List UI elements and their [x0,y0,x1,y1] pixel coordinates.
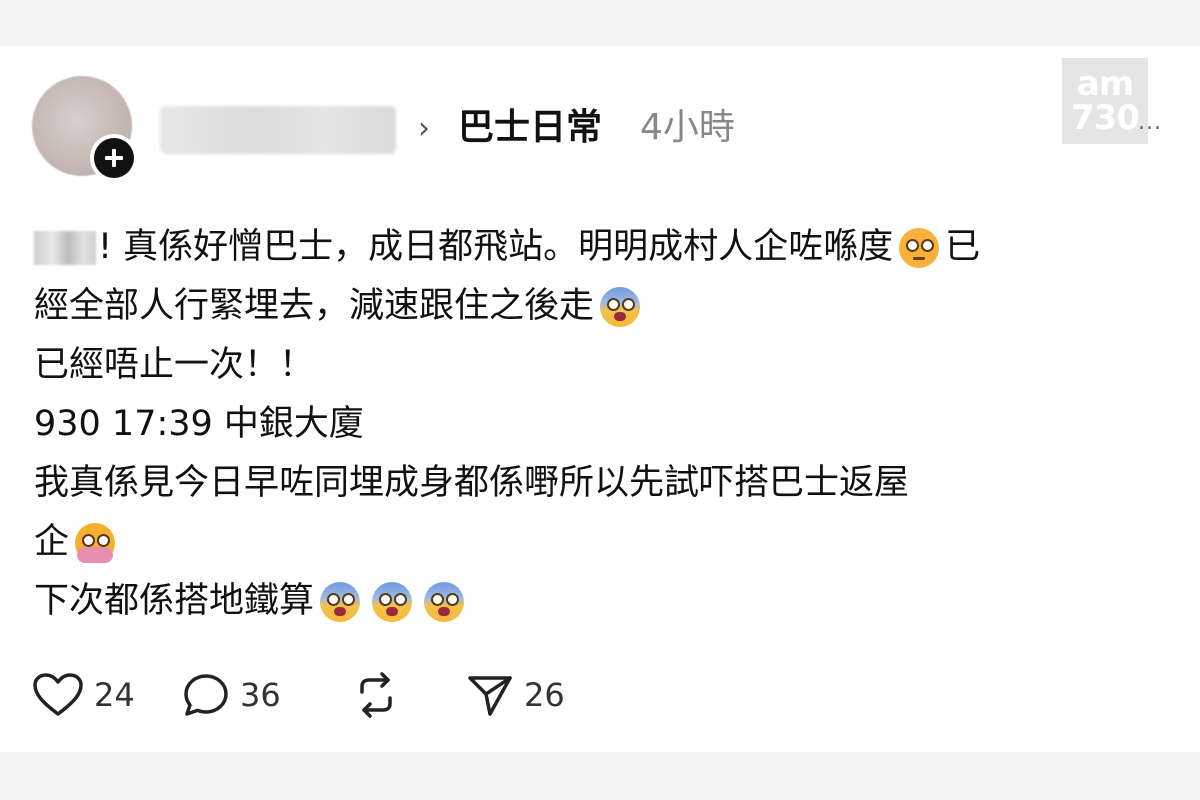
post-timestamp: 4小時 [640,107,735,148]
more-options-button[interactable]: ... [1138,110,1162,135]
repost-button[interactable] [352,672,466,718]
share-button[interactable]: 26 [466,672,586,718]
body-text-segment: 已 [945,227,981,267]
body-text-segment: 下次都係搭地鐵算 [34,581,315,621]
body-text-segment: 930 17:39 中銀大廈 [34,404,364,444]
body-text-segment: 已經唔止一次！！ [34,345,315,385]
body-text-segment: 經全部人行緊埋去，減速跟住之後走 [34,286,595,326]
reply-count: 36 [240,676,281,714]
watermark-text-top: am [1076,64,1134,104]
body-line-3: 已經唔止一次！！ [34,336,1164,395]
like-button[interactable]: 24 [32,672,182,718]
post-body: ! 真係好憎巴士，成日都飛站。明明成村人企咗喺度 已 經全部人行緊埋去，減速跟住… [34,218,1164,631]
community-name[interactable]: 巴士日常 [458,106,602,150]
like-count: 24 [94,676,135,714]
heart-icon [32,672,84,718]
body-text-segment: 企 [34,522,70,562]
post-card: › 巴士日常 4小時 am 730 ... ! 真係好憎巴士，成日都飛站。明明成… [0,46,1200,752]
chevron-right-icon: › [418,111,430,146]
watermark-logo: am 730 [1062,58,1148,144]
body-line-5: 我真係見今日早咗同埋成身都係嘢所以先試吓搭巴士返屋 [34,454,1164,513]
body-text-segment: 我真係見今日早咗同埋成身都係嘢所以先試吓搭巴士返屋 [34,463,910,503]
mention-redacted [34,230,96,265]
reply-button[interactable]: 36 [182,672,352,718]
follow-button[interactable] [90,134,138,182]
hot-face-icon [75,522,116,563]
body-line-1: ! 真係好憎巴士，成日都飛站。明明成村人企咗喺度 已 [34,218,1164,277]
dizzy-face-icon [899,227,940,268]
username-redacted[interactable] [160,106,396,154]
body-line-2: 經全部人行緊埋去，減速跟住之後走 [34,277,1164,336]
body-line-7: 下次都係搭地鐵算 [34,572,1164,631]
fearful-face-icon [424,581,465,622]
share-count: 26 [524,676,565,714]
fearful-face-icon [372,581,413,622]
fearful-face-icon [600,286,641,327]
post-actions: 24 36 26 [32,670,586,720]
body-line-4: 930 17:39 中銀大廈 [34,395,1164,454]
fearful-face-icon [320,581,361,622]
watermark-text-bottom: 730 [1071,98,1140,138]
body-line-6: 企 [34,513,1164,572]
plus-icon [94,138,134,178]
paper-plane-icon [466,672,514,718]
comment-bubble-icon [182,672,230,718]
repost-icon [352,672,400,718]
body-text-segment: ! 真係好憎巴士，成日都飛站。明明成村人企咗喺度 [98,227,894,267]
